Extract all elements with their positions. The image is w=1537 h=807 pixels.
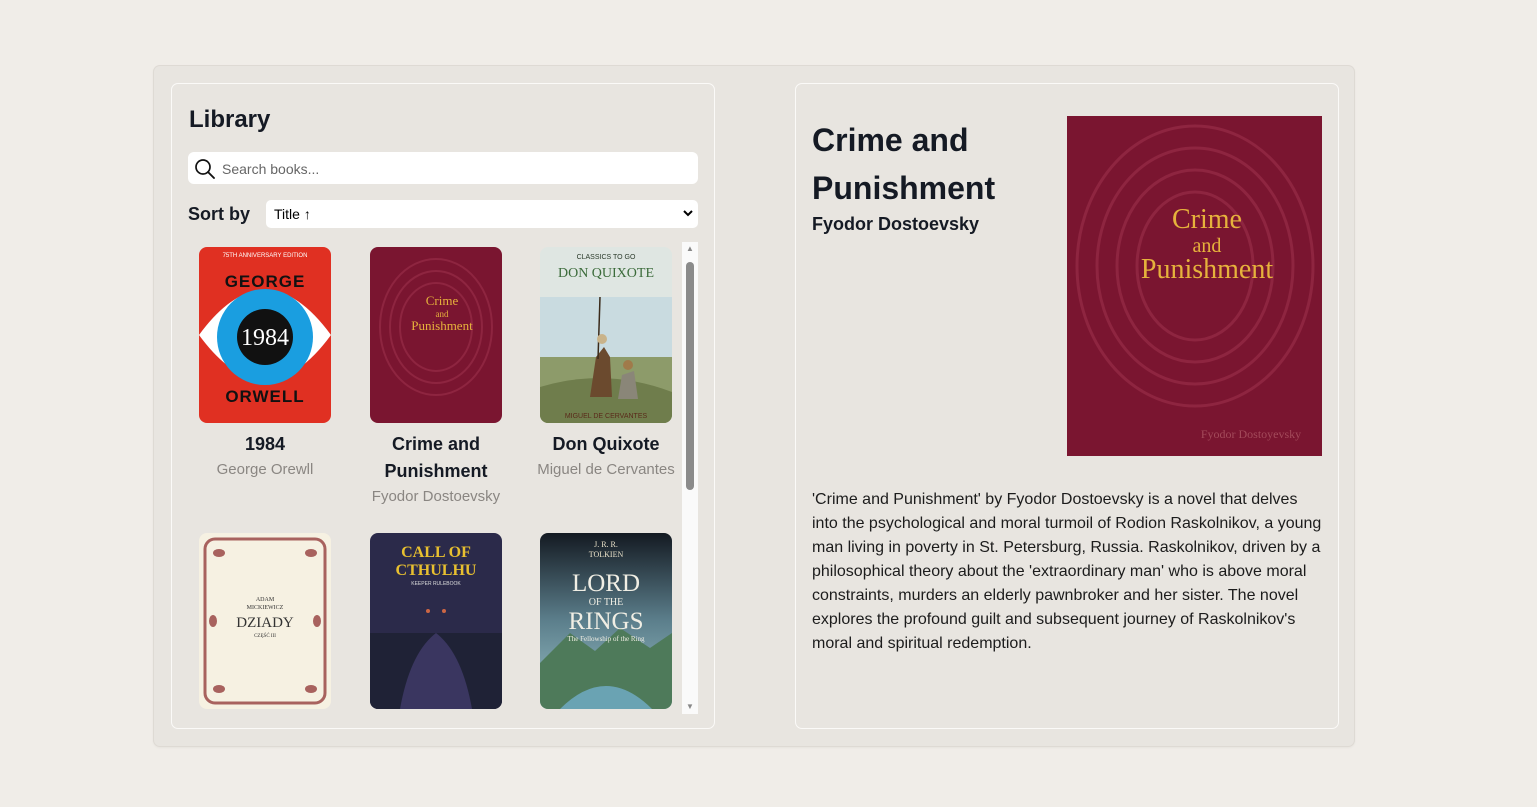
book-author: Fyodor Dostoevsky (371, 488, 501, 505)
cover-line6: The Fellowship of the Ring (568, 635, 645, 643)
scroll-up-arrow-icon[interactable]: ▲ (682, 242, 698, 256)
cover-dziady-image: ADAM MICKIEWICZ DZIADY CZĘŚĆ III (199, 533, 331, 709)
cover-line3: KEEPER RULEBOOK (411, 581, 461, 587)
detail-cover: Crime and Punishment Fyodor Dostoyevsky (1067, 116, 1322, 456)
book-grid-scrollbar[interactable]: ▲ ▼ (682, 242, 698, 714)
cover-cthulhu-image: CALL OF CTHULHU KEEPER RULEBOOK (370, 533, 502, 709)
cover-center-text: 1984 (241, 325, 289, 351)
book-cover: ADAM MICKIEWICZ DZIADY CZĘŚĆ III (199, 533, 331, 709)
sort-select[interactable]: Title ↑ (266, 200, 698, 228)
cover-line2: MICKIEWICZ (247, 605, 284, 611)
book-author: George Orewll (216, 461, 314, 478)
search-icon (195, 159, 215, 179)
sort-label: Sort by (188, 204, 251, 224)
cover-line2: ORWELL (225, 387, 304, 406)
book-title: Don Quixote (552, 434, 660, 454)
cover-1984-image: 75TH ANNIVERSARY EDITION GEORGE 1984 ORW… (199, 247, 331, 423)
book-title: Crime and Punishment (384, 434, 488, 481)
cover-line1: Crime (426, 293, 459, 308)
book-card[interactable]: Crime and Punishment Crime and Punishmen… (356, 247, 516, 509)
book-card[interactable]: J. R. R. TOLKIEN LORD OF THE RINGS The F… (526, 533, 682, 709)
cover-line4: CZĘŚĆ III (254, 633, 276, 639)
search-box[interactable] (188, 152, 698, 186)
cover-line3: DZIADY (236, 615, 294, 631)
detail-author: Fyodor Dostoevsky (812, 214, 980, 234)
cover-line1: DON QUIXOTE (558, 266, 654, 281)
cover-line3: Punishment (411, 318, 473, 333)
book-card[interactable]: CLASSICS TO GO DON QUIXOTE MIGUEL DE CER… (526, 247, 682, 482)
book-cover: Crime and Punishment (370, 247, 502, 423)
detail-cover-image: Crime and Punishment Fyodor Dostoyevsky (1067, 116, 1322, 456)
cover-line5: RINGS (568, 608, 643, 635)
cover-top-text: 75TH ANNIVERSARY EDITION (223, 253, 308, 259)
sort-selected-value: Title ↑ (274, 206, 311, 222)
detail-cover-line3: Punishment (1141, 254, 1273, 285)
app-container: Library Sort by Title ↑ 75TH ANNIVERSARY (154, 66, 1354, 746)
cover-crime-image: Crime and Punishment (370, 247, 502, 423)
book-card[interactable]: ADAM MICKIEWICZ DZIADY CZĘŚĆ III (185, 533, 345, 709)
scrollbar-thumb[interactable] (686, 262, 694, 490)
cover-line1: GEORGE (225, 272, 306, 291)
cover-lotr-image: J. R. R. TOLKIEN LORD OF THE RINGS The F… (540, 533, 672, 709)
scroll-down-arrow-icon[interactable]: ▼ (682, 700, 698, 714)
library-title: Library (189, 106, 271, 133)
book-cover: CLASSICS TO GO DON QUIXOTE MIGUEL DE CER… (540, 247, 672, 423)
cover-quixote-image: CLASSICS TO GO DON QUIXOTE MIGUEL DE CER… (540, 247, 672, 423)
detail-title: Crime and Punishment (812, 122, 996, 206)
book-card[interactable]: 75TH ANNIVERSARY EDITION GEORGE 1984 ORW… (185, 247, 345, 482)
detail-cover-line1: Crime (1172, 204, 1242, 235)
cover-line1: CALL OF (401, 544, 471, 561)
book-card[interactable]: CALL OF CTHULHU KEEPER RULEBOOK (356, 533, 516, 709)
cover-line2: TOLKIEN (589, 550, 624, 559)
book-cover: J. R. R. TOLKIEN LORD OF THE RINGS The F… (540, 533, 672, 709)
cover-line1: ADAM (256, 597, 275, 603)
book-detail-panel: Crime and Punishment Fyodor Dostoevsky C… (795, 83, 1339, 729)
detail-cover-bottom-text: Fyodor Dostoyevsky (1201, 427, 1301, 441)
cover-line3: LORD (572, 570, 640, 597)
detail-description: 'Crime and Punishment' by Fyodor Dostoev… (812, 491, 1322, 652)
cover-line2: CTHULHU (396, 562, 477, 579)
cover-top-text: CLASSICS TO GO (577, 254, 636, 261)
library-panel: Library Sort by Title ↑ 75TH ANNIVERSARY (171, 83, 715, 729)
book-cover: 75TH ANNIVERSARY EDITION GEORGE 1984 ORW… (199, 247, 331, 423)
search-input[interactable] (220, 152, 694, 186)
chevron-down-icon (683, 210, 693, 217)
cover-line1: J. R. R. (594, 540, 618, 549)
book-cover: CALL OF CTHULHU KEEPER RULEBOOK (370, 533, 502, 709)
cover-bottom-text: MIGUEL DE CERVANTES (565, 413, 648, 420)
book-title: 1984 (244, 434, 286, 454)
book-author: Miguel de Cervantes (537, 461, 675, 478)
cover-line4: OF THE (589, 597, 624, 608)
book-grid: 75TH ANNIVERSARY EDITION GEORGE 1984 ORW… (172, 242, 682, 712)
